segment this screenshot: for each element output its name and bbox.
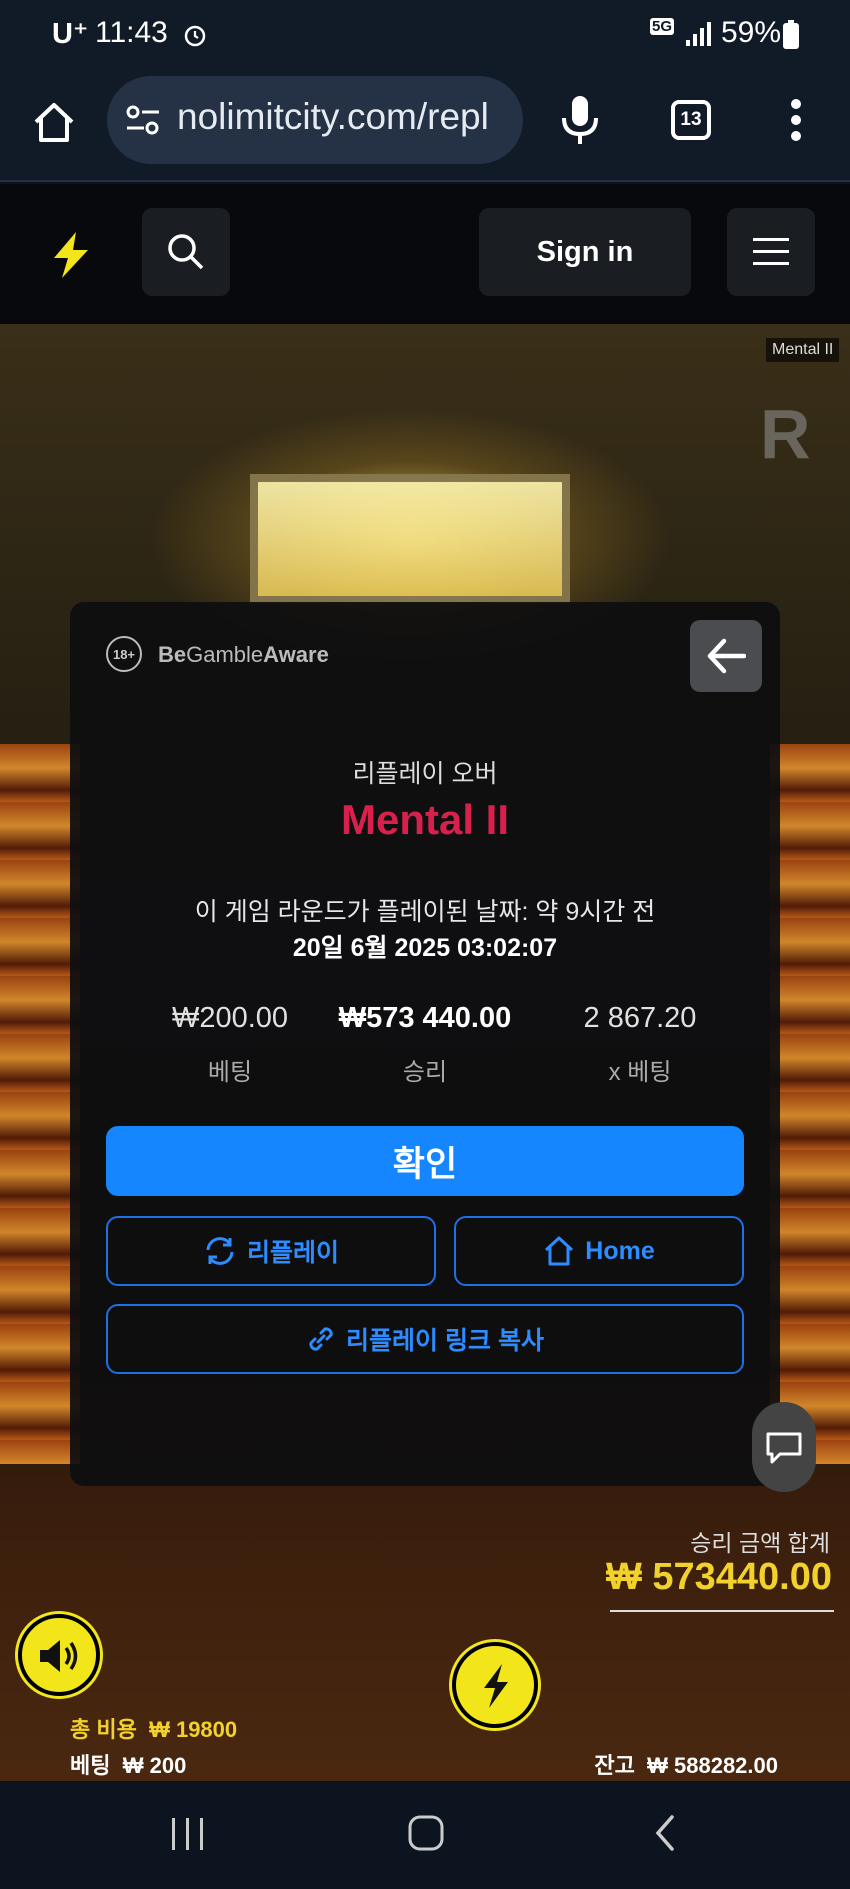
balance-info: 잔고 ₩ 588282.00 [594,1748,778,1780]
back-button[interactable] [690,620,762,692]
battery-percent: 59% [721,16,782,49]
home-label: Home [585,1236,655,1265]
house-icon [545,1236,574,1266]
watermark-r: R [760,395,811,473]
bet-info-value: ₩ 200 [122,1753,187,1778]
search-icon [168,234,204,270]
url-text[interactable]: nolimitcity.com/repl [177,96,517,138]
reel-right [770,744,850,1464]
bet-info-label: 베팅 [70,1753,111,1778]
system-nav-bar [0,1781,850,1889]
logo-be: Be [158,642,187,667]
ceiling-light [250,474,570,604]
age-18-icon: 18+ [106,636,142,672]
recent-apps-icon[interactable] [168,1815,208,1853]
battery-icon [783,20,799,49]
total-win-label: 승리 금액 합계 [690,1530,830,1556]
home-nav-icon[interactable] [406,1813,446,1853]
browser-toolbar: nolimitcity.com/repl 13 [0,70,850,182]
win-label: 승리 [402,1059,448,1086]
replay-label: 리플레이 [246,1239,339,1267]
arrow-left-icon [707,638,746,674]
bet-amount: ₩200.00 [171,1002,289,1034]
game-canvas[interactable]: Mental II R 18+ BeGambleAware 리플레이 오버 Me… [0,324,850,1781]
nolimit-logo-icon[interactable] [46,230,96,280]
total-cost-value: ₩ 19800 [149,1717,238,1742]
replay-subtitle: 리플레이 오버 [352,760,498,788]
copy-link-label: 리플레이 링크 복사 [346,1327,544,1355]
logo-aware: Aware [263,642,329,667]
multiplier-label: x 베팅 [608,1059,672,1086]
win-divider [610,1610,834,1612]
more-menu-icon[interactable] [786,98,806,142]
replay-button[interactable]: 리플레이 [106,1216,436,1286]
win-amount: ₩573 440.00 [338,1002,512,1034]
hamburger-icon [753,238,789,265]
confirm-button[interactable]: 확인 [106,1126,744,1196]
network-icon: 5G [650,18,675,35]
chat-button[interactable] [752,1402,816,1492]
reel-left [0,744,80,1464]
total-cost-label: 총 비용 [70,1717,137,1742]
site-settings-icon[interactable] [125,104,161,136]
game-title: Mental II [340,796,510,843]
microphone-icon[interactable] [560,94,600,146]
balance-label: 잔고 [594,1753,635,1778]
link-icon [309,1327,333,1351]
sign-in-button[interactable]: Sign in [479,208,691,296]
menu-button[interactable] [727,208,815,296]
played-date-label: 이 게임 라운드가 플레이된 날짜: 약 9시간 전 [194,898,656,926]
begambleaware-logo[interactable]: BeGambleAware [158,642,329,668]
clock: 11:43 [95,16,168,49]
site-header: Sign in [0,184,850,324]
home-button[interactable]: Home [454,1216,744,1286]
spin-button[interactable] [452,1642,538,1728]
alarm-icon [184,25,206,47]
carrier-label: U⁺ [52,18,89,50]
logo-gamble: Gamble [186,642,264,667]
address-bar[interactable]: nolimitcity.com/repl [107,76,523,164]
lightning-icon [484,1664,508,1708]
total-win-value: ₩ 573440.00 [605,1556,832,1598]
total-cost: 총 비용 ₩ 19800 [70,1712,237,1744]
back-nav-icon[interactable] [650,1813,680,1853]
status-bar: U⁺ 11:43 5G 59% [0,0,850,70]
bet-label: 베팅 [207,1059,253,1086]
search-button[interactable] [142,208,230,296]
sound-button[interactable] [18,1614,100,1696]
game-badge: Mental II [766,338,840,362]
bet-info: 베팅 ₩ 200 [70,1748,186,1780]
played-timestamp: 20일 6월 2025 03:02:07 [292,934,558,962]
copy-replay-link-button[interactable]: 리플레이 링크 복사 [106,1304,744,1374]
chat-icon [766,1432,802,1464]
balance-value: ₩ 588282.00 [647,1753,778,1778]
home-icon[interactable] [30,98,78,146]
replay-dialog: 18+ BeGambleAware 리플레이 오버 Mental II 이 게임… [70,602,780,1486]
multiplier-value: 2 867.20 [583,1002,697,1034]
tab-switcher-button[interactable]: 13 [671,100,711,140]
signal-icon [686,22,711,46]
speaker-icon [40,1640,78,1672]
refresh-icon [206,1237,234,1265]
